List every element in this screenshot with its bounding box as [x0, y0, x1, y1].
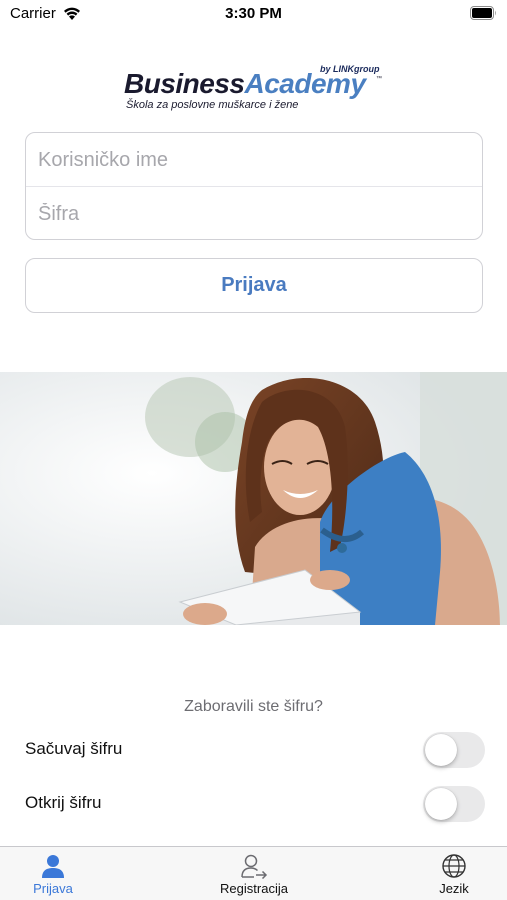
status-bar: Carrier 3:30 PM — [0, 0, 507, 27]
hero-photo — [0, 372, 507, 625]
logo-brand-first: Business — [124, 68, 245, 99]
tab-login[interactable]: Prijava — [0, 847, 113, 900]
switch-knob — [425, 734, 457, 766]
logo-tagline: Škola za poslovne muškarce i žene — [126, 99, 299, 111]
switch-knob — [425, 788, 457, 820]
username-field[interactable] — [26, 133, 482, 187]
hero-illustration — [0, 372, 507, 625]
save-password-label: Sačuvaj šifru — [25, 739, 123, 758]
tab-language[interactable]: Jezik — [394, 847, 507, 900]
battery-icon — [470, 6, 496, 20]
business-academy-logo: by LINKgroup BusinessAcademy ™ Škola za … — [124, 62, 386, 114]
logo-trademark: ™ — [376, 76, 382, 82]
tab-bar: Prijava Registracija Jezik — [0, 846, 507, 900]
save-password-switch[interactable] — [423, 732, 485, 768]
register-person-icon — [194, 853, 314, 879]
forgot-password-link[interactable]: Zaboravili ste šifru? — [0, 698, 507, 716]
tab-register[interactable]: Registracija — [194, 847, 314, 900]
clock: 3:30 PM — [225, 5, 282, 22]
password-field[interactable] — [26, 187, 482, 239]
tab-register-label: Registracija — [220, 881, 288, 896]
save-password-row: Sačuvaj šifru — [0, 728, 507, 772]
login-button[interactable]: Prijava — [25, 258, 483, 313]
tab-login-label: Prijava — [33, 881, 73, 896]
logo-brand-second: Academy — [244, 68, 367, 99]
reveal-password-switch[interactable] — [423, 786, 485, 822]
reveal-password-row: Otkrij šifru — [0, 782, 507, 826]
logo-wordmark: BusinessAcademy — [124, 68, 366, 100]
person-icon — [0, 853, 113, 879]
login-card — [25, 132, 483, 240]
reveal-password-label: Otkrij šifru — [25, 793, 102, 812]
globe-icon — [394, 853, 507, 879]
tab-language-label: Jezik — [439, 881, 469, 896]
